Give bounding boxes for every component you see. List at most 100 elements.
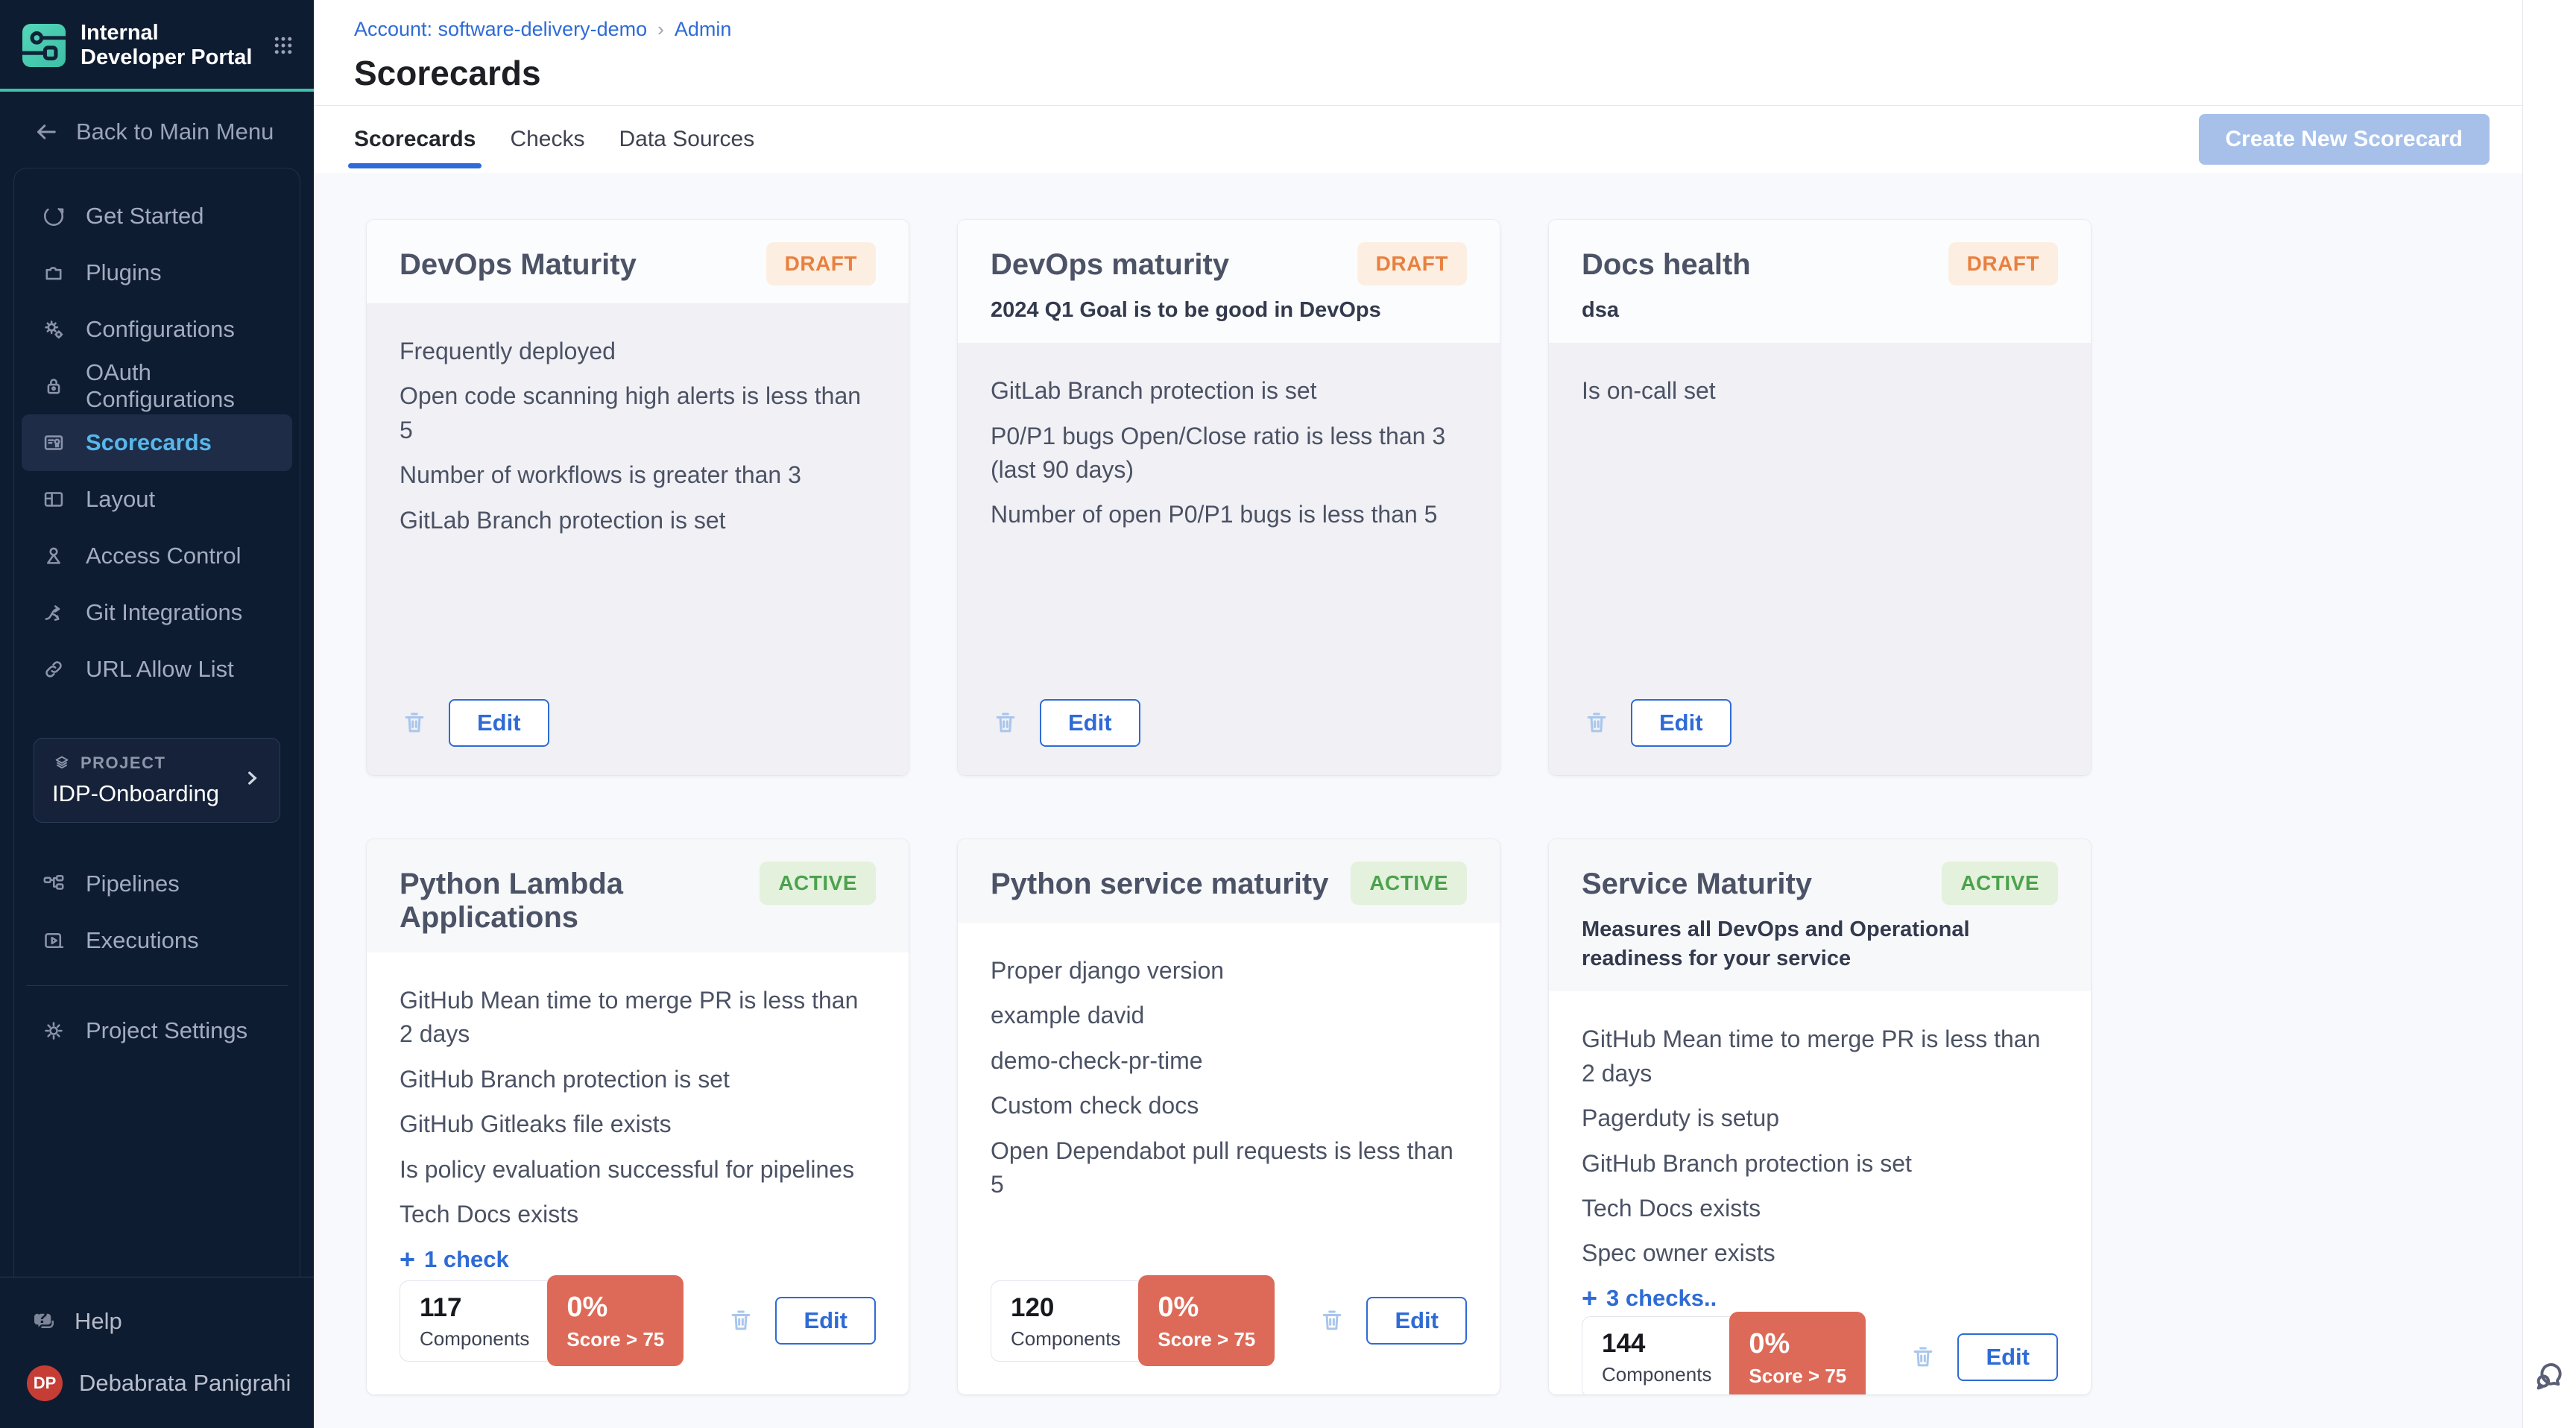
app-grid-icon[interactable]: [272, 34, 294, 57]
more-checks-link[interactable]: +3 checks..: [1582, 1285, 2058, 1312]
support-chat-icon[interactable]: [2531, 1356, 2569, 1395]
stats-pill: 120 Components 0% Score > 75: [991, 1275, 1275, 1366]
components-value: 117: [420, 1293, 529, 1323]
card-body: Frequently deployedOpen code scanning hi…: [367, 303, 909, 775]
sidebar-item-url-allow-list[interactable]: URL Allow List: [22, 641, 292, 698]
sidebar-nav-panel: Get Started Plugins Configurations OAuth…: [13, 168, 300, 1277]
trash-icon[interactable]: [1317, 1306, 1347, 1336]
components-label: Components: [1011, 1327, 1120, 1350]
card-title: Docs health: [1582, 242, 1751, 282]
check-item: demo-check-pr-time: [991, 1044, 1467, 1078]
check-item: Pagerduty is setup: [1582, 1102, 2058, 1135]
scorecard-card: Docs health DRAFT dsa Is on-call set Edi…: [1549, 220, 2091, 775]
check-item: Custom check docs: [991, 1089, 1467, 1122]
user-name: Debabrata Panigrahi: [79, 1370, 291, 1397]
sidebar-item-oauth-configurations[interactable]: OAuth Configurations: [22, 358, 292, 414]
trash-icon[interactable]: [1582, 708, 1611, 738]
edit-button[interactable]: Edit: [1957, 1333, 2058, 1381]
url-allow-list-icon: [41, 657, 66, 682]
card-header: DevOps Maturity DRAFT: [367, 220, 909, 303]
sidebar-item-label: Plugins: [86, 259, 162, 286]
trash-icon[interactable]: [726, 1306, 756, 1336]
stats-pill: 117 Components 0% Score > 75: [400, 1275, 684, 1366]
card-title: Python Lambda Applications: [400, 862, 745, 935]
sidebar-item-pipelines[interactable]: Pipelines: [22, 856, 292, 912]
help-chat-icon: ?: [30, 1307, 58, 1336]
help-label: Help: [75, 1308, 122, 1335]
scorecard-card: Python Lambda Applications ACTIVE GitHub…: [367, 839, 909, 1394]
create-new-scorecard-button[interactable]: Create New Scorecard: [2199, 114, 2490, 165]
check-item: GitHub Mean time to merge PR is less tha…: [400, 984, 876, 1052]
sidebar-item-project-settings[interactable]: Project Settings: [22, 1002, 292, 1059]
user-menu[interactable]: DP Debabrata Panigrahi: [0, 1350, 314, 1428]
more-checks-link[interactable]: +1 check: [400, 1246, 876, 1273]
check-item: Spec owner exists: [1582, 1236, 2058, 1270]
card-actions: Edit: [1908, 1333, 2058, 1381]
check-item: Is on-call set: [1582, 374, 2058, 408]
card-description: 2024 Q1 Goal is to be good in DevOps: [991, 296, 1438, 325]
components-stat: 117 Components: [400, 1280, 549, 1362]
brand-header: Internal Developer Portal: [0, 0, 314, 89]
sidebar-item-plugins[interactable]: Plugins: [22, 244, 292, 301]
card-footer: 117 Components 0% Score > 75 Edit: [400, 1275, 876, 1366]
nav-divider: [26, 985, 288, 986]
plus-icon: +: [400, 1246, 415, 1273]
tab-checks[interactable]: Checks: [510, 106, 584, 173]
check-item: GitLab Branch protection is set: [400, 504, 876, 537]
check-list: GitLab Branch protection is setP0/P1 bug…: [991, 374, 1467, 543]
sidebar-item-layout[interactable]: Layout: [22, 471, 292, 528]
sidebar-item-access-control[interactable]: Access Control: [22, 528, 292, 584]
edit-button[interactable]: Edit: [775, 1297, 876, 1345]
sidebar-item-label: Pipelines: [86, 871, 180, 897]
back-label: Back to Main Menu: [76, 119, 274, 145]
status-badge: DRAFT: [1948, 242, 2058, 285]
trash-icon[interactable]: [991, 708, 1020, 738]
chevron-right-icon: [242, 768, 262, 792]
breadcrumb: Account: software-delivery-demo › Admin: [354, 18, 2522, 41]
edit-button[interactable]: Edit: [1366, 1297, 1467, 1345]
sidebar-item-get-started[interactable]: Get Started: [22, 188, 292, 244]
card-actions: Edit: [991, 699, 1140, 747]
sidebar-item-scorecards[interactable]: Scorecards: [22, 414, 292, 471]
app-title: Internal Developer Portal: [80, 21, 266, 71]
tab-scorecards[interactable]: Scorecards: [354, 106, 476, 173]
pipelines-icon: [41, 871, 66, 897]
check-item: GitLab Branch protection is set: [991, 374, 1467, 408]
check-item: GitHub Gitleaks file exists: [400, 1108, 876, 1141]
card-body: GitHub Mean time to merge PR is less tha…: [1549, 991, 2091, 1394]
scorecards-icon: [41, 430, 66, 455]
sidebar-item-configurations[interactable]: Configurations: [22, 301, 292, 358]
card-header: Service Maturity ACTIVE Measures all Dev…: [1549, 839, 2091, 991]
check-item: Frequently deployed: [400, 335, 876, 368]
components-value: 120: [1011, 1293, 1120, 1323]
edit-button[interactable]: Edit: [1040, 699, 1140, 747]
sidebar-item-git-integrations[interactable]: Git Integrations: [22, 584, 292, 641]
main-area: Account: software-delivery-demo › Admin …: [314, 0, 2522, 1428]
breadcrumb-account-link[interactable]: Account: software-delivery-demo: [354, 18, 647, 41]
check-item: Is policy evaluation successful for pipe…: [400, 1153, 876, 1187]
sidebar-item-label: Layout: [86, 486, 155, 513]
sidebar-item-executions[interactable]: Executions: [22, 912, 292, 969]
status-badge: DRAFT: [1357, 242, 1467, 285]
sidebar-item-label: Get Started: [86, 203, 204, 230]
project-selector[interactable]: PROJECT IDP-Onboarding: [34, 738, 280, 823]
breadcrumb-admin-link[interactable]: Admin: [675, 18, 732, 41]
trash-icon[interactable]: [400, 708, 429, 738]
project-eyebrow-label: PROJECT: [80, 754, 165, 773]
check-list: Frequently deployedOpen code scanning hi…: [400, 335, 876, 549]
edit-button[interactable]: Edit: [449, 699, 549, 747]
access-control-icon: [41, 543, 66, 569]
check-item: Number of open P0/P1 bugs is less than 5: [991, 498, 1467, 531]
configurations-icon: [41, 317, 66, 342]
trash-icon[interactable]: [1908, 1342, 1938, 1372]
tab-bar: Scorecards Checks Data Sources Create New …: [314, 106, 2522, 173]
back-to-main-menu[interactable]: Back to Main Menu: [0, 92, 314, 168]
check-list: GitHub Mean time to merge PR is less tha…: [1582, 1023, 2058, 1282]
check-list: Is on-call set: [1582, 374, 2058, 419]
card-footer: 144 Components 0% Score > 75 Edit: [1582, 1312, 2058, 1394]
edit-button[interactable]: Edit: [1631, 699, 1731, 747]
help-button[interactable]: ? Help: [0, 1277, 314, 1350]
tab-data-sources[interactable]: Data Sources: [619, 106, 754, 173]
components-value: 144: [1602, 1329, 1711, 1359]
score-stat: 0% Score > 75: [1138, 1275, 1275, 1366]
